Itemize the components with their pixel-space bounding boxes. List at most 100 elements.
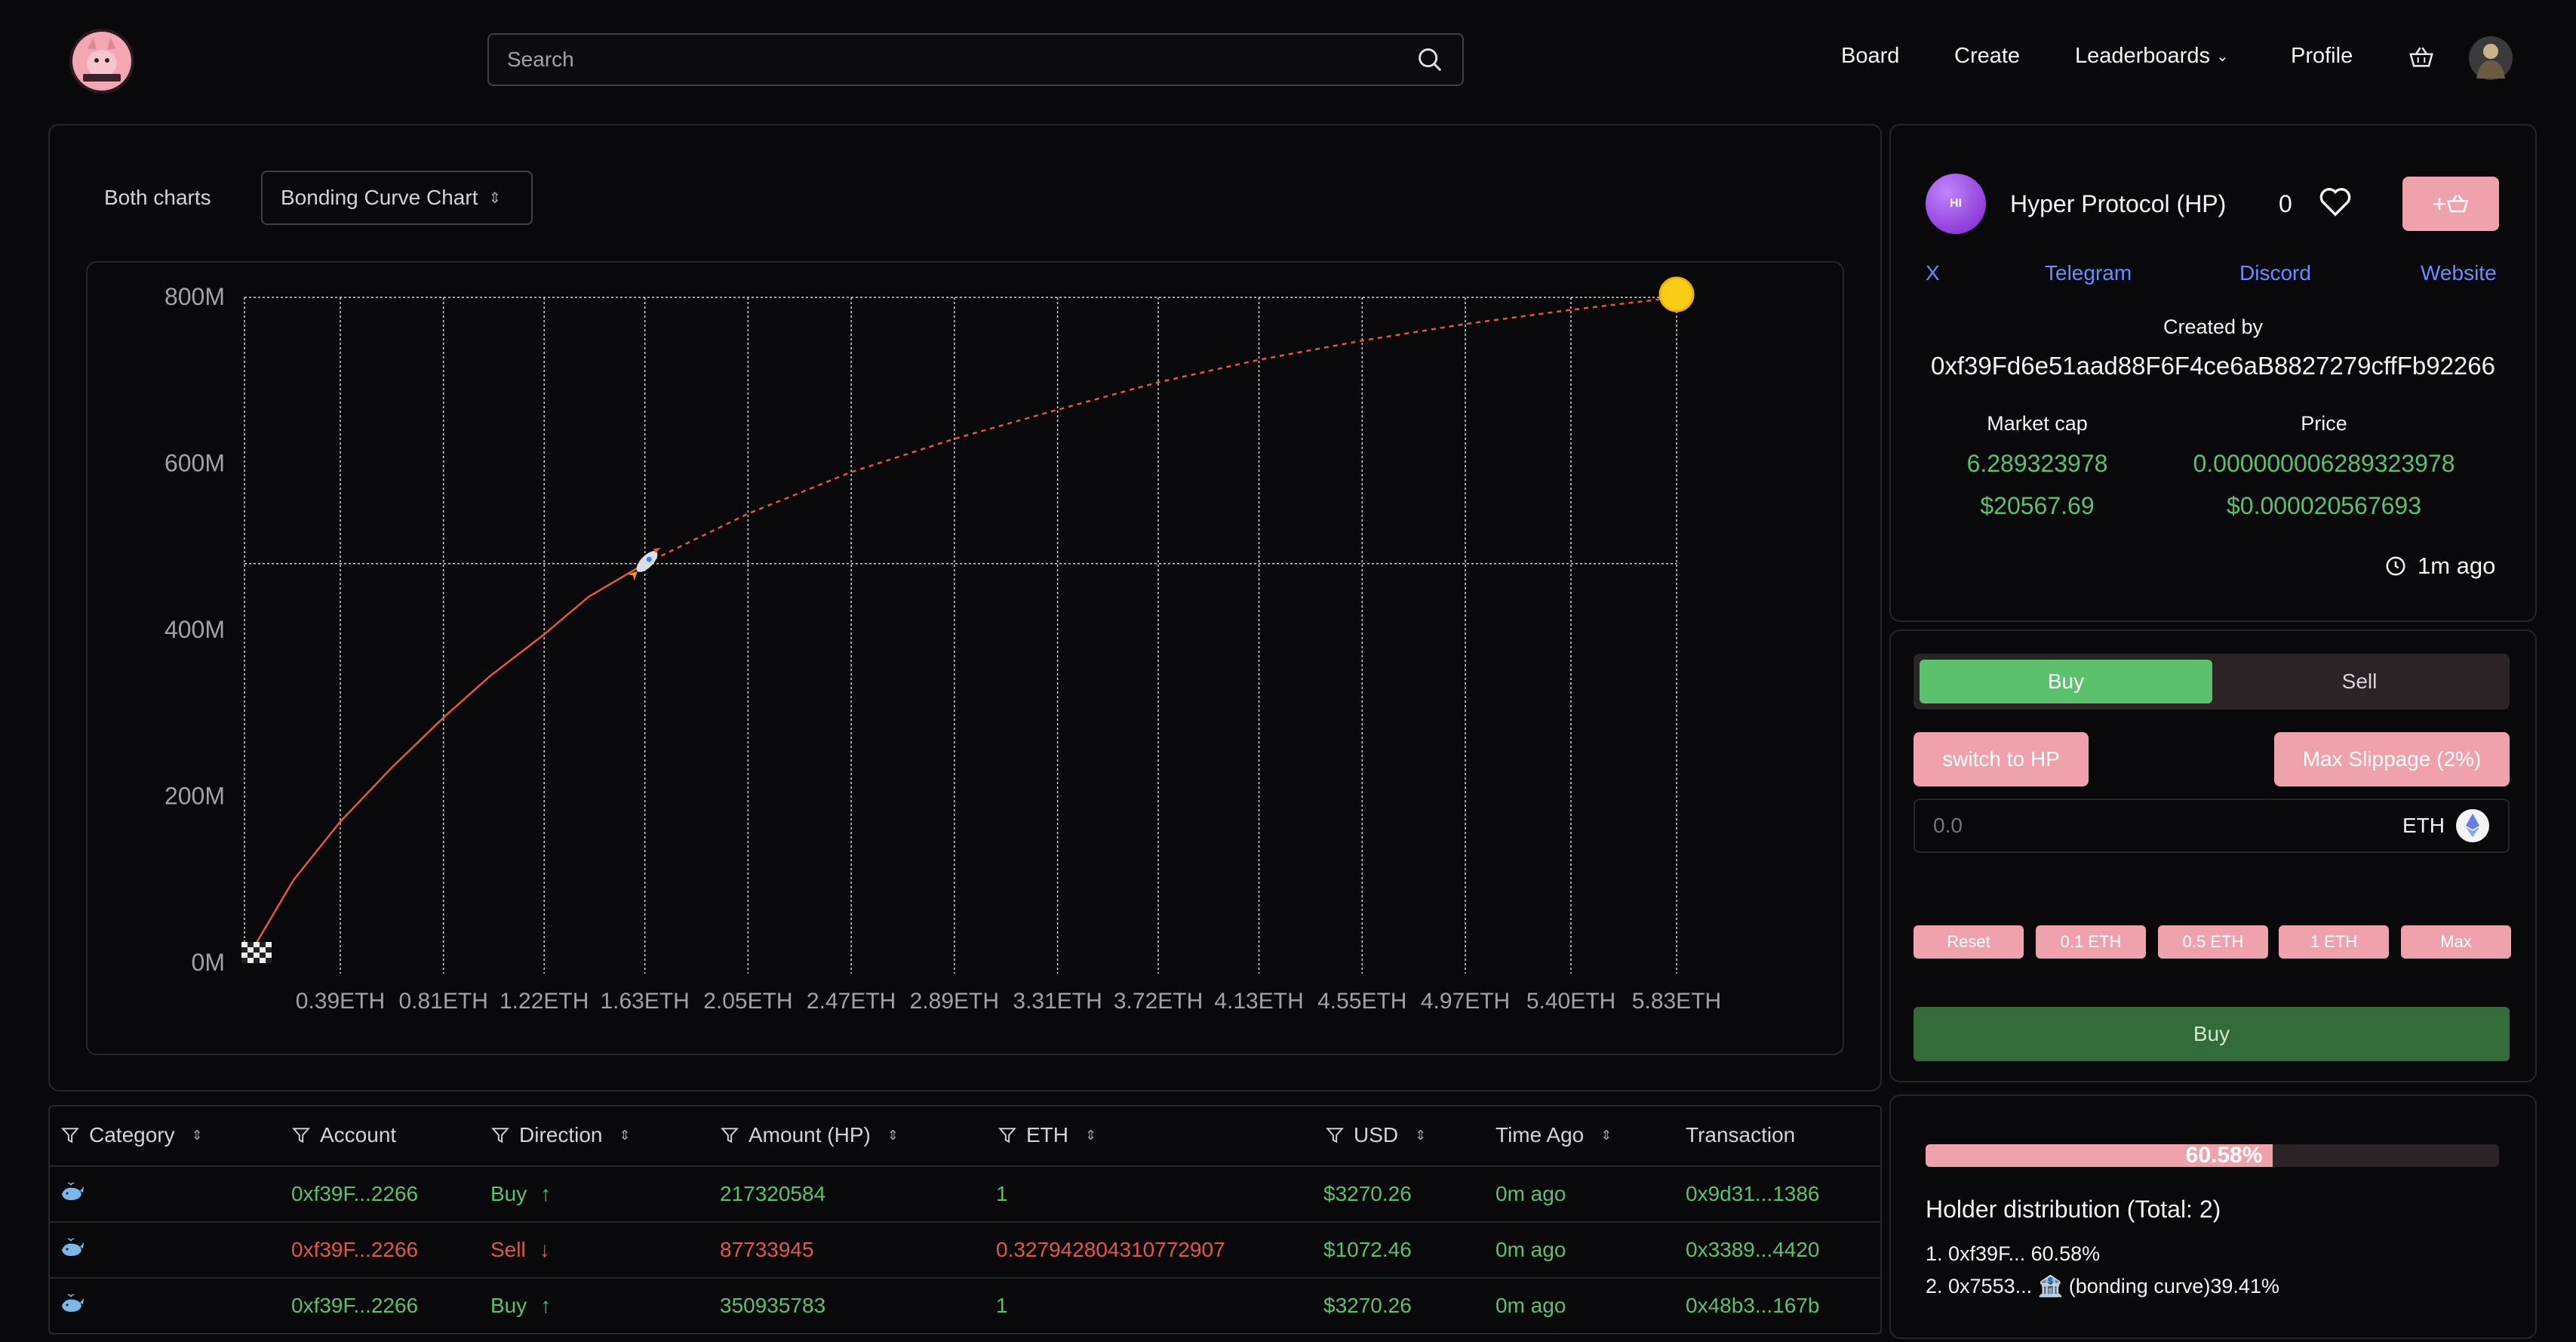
chart-type-value: Bonding Curve Chart — [281, 186, 478, 209]
direction-label: Buy — [490, 1182, 527, 1205]
user-avatar[interactable] — [2469, 36, 2513, 80]
sort-icon[interactable]: ⇕ — [619, 1128, 630, 1143]
link-discord[interactable]: Discord — [2239, 261, 2311, 285]
search-icon[interactable] — [1416, 45, 1444, 74]
account-cell[interactable]: 0xf39F...2266 — [291, 1294, 418, 1318]
chip-0-1-eth[interactable]: 0.1 ETH — [2036, 925, 2146, 959]
eth-cell: 0.327942804310772907 — [996, 1238, 1225, 1261]
transaction-link[interactable]: 0x9d31...1386 — [1686, 1182, 1820, 1206]
switch-currency-button[interactable]: switch to HP — [1914, 732, 2089, 786]
clock-icon — [2386, 556, 2405, 576]
column-header-amount-hp[interactable]: Amount (HP) ⇕ — [720, 1123, 899, 1147]
account-cell[interactable]: 0xf39F...2266 — [291, 1182, 418, 1206]
flag-square — [266, 942, 272, 947]
chip-0-5-eth[interactable]: 0.5 ETH — [2158, 925, 2268, 959]
filter-icon[interactable] — [1325, 1125, 1345, 1145]
filter-icon[interactable] — [998, 1125, 1017, 1145]
column-header-label: ETH — [1026, 1123, 1068, 1147]
nav-leaderboards[interactable]: Leaderboards ⌄ — [2075, 44, 2229, 69]
nav-create[interactable]: Create — [1954, 44, 2020, 69]
filter-icon[interactable] — [720, 1125, 739, 1145]
created-by-label: Created by — [2163, 315, 2264, 338]
time-cell: 0m ago — [1495, 1238, 1566, 1261]
tab-sell[interactable]: Sell — [2215, 660, 2504, 703]
nav-create-label: Create — [1954, 44, 2021, 68]
y-tick-label: 400M — [164, 616, 225, 643]
holder-bar-fill: 60.58% — [1926, 1143, 2273, 1168]
nav-board[interactable]: Board — [1841, 44, 1899, 69]
creator-address[interactable]: 0xf39Fd6e51aad88F6F4ce6aB8827279cffFb922… — [1889, 352, 2537, 380]
column-header-label: Account — [320, 1123, 397, 1147]
tab-buy[interactable]: Buy — [1920, 660, 2212, 703]
token-name: Hyper Protocol (HP) — [2010, 190, 2227, 217]
column-header-account[interactable]: Account — [291, 1123, 396, 1147]
x-tick-label: 3.31ETH — [1013, 989, 1102, 1014]
transaction-link[interactable]: 0x48b3...167b — [1686, 1294, 1820, 1318]
x-tick-label: 2.47ETH — [807, 989, 896, 1014]
holder-bar-label: 60.58% — [2185, 1143, 2263, 1168]
buy-submit-button[interactable]: Buy — [1914, 1007, 2510, 1061]
sort-icon[interactable]: ⇕ — [1085, 1128, 1096, 1143]
column-header-transaction[interactable]: Transaction — [1686, 1123, 1795, 1147]
x-tick-label: 2.89ETH — [910, 989, 999, 1014]
sort-icon[interactable]: ⇕ — [1600, 1128, 1612, 1143]
column-header-eth[interactable]: ETH ⇕ — [998, 1123, 1096, 1147]
filter-icon[interactable] — [490, 1125, 510, 1145]
x-tick-label: 5.83ETH — [1632, 989, 1721, 1014]
filter-icon[interactable] — [291, 1125, 311, 1145]
basket-icon[interactable] — [2408, 45, 2434, 73]
market-cap-eth: 6.289323978 — [1966, 450, 2108, 477]
search-bar[interactable] — [487, 33, 1464, 86]
site-logo[interactable] — [69, 29, 134, 94]
heart-icon[interactable] — [2318, 186, 2353, 221]
usd-cell: $3270.26 — [1323, 1182, 1412, 1205]
search-input[interactable] — [507, 48, 1416, 72]
column-header-usd[interactable]: USD ⇕ — [1325, 1123, 1426, 1147]
link-telegram[interactable]: Telegram — [2045, 261, 2132, 285]
both-charts-toggle[interactable]: Both charts — [104, 186, 211, 210]
market-cap-label: Market cap — [1987, 412, 2088, 435]
chevron-down-icon: ⌄ — [2215, 48, 2229, 65]
account-cell[interactable]: 0xf39F...2266 — [291, 1238, 418, 1262]
link-website[interactable]: Website — [2421, 261, 2497, 285]
flag-square — [254, 958, 260, 963]
price-usd: $0.000020567693 — [2226, 492, 2422, 519]
flag-square — [247, 947, 254, 953]
flag-square — [241, 958, 247, 963]
column-header-category[interactable]: Category ⇕ — [60, 1123, 203, 1147]
nav-profile[interactable]: Profile — [2291, 44, 2353, 69]
amount-cell: 217320584 — [720, 1182, 826, 1205]
sort-icon[interactable]: ⇕ — [1415, 1128, 1426, 1143]
sort-icon[interactable]: ⇕ — [192, 1128, 203, 1143]
x-tick-label: 1.22ETH — [500, 989, 589, 1014]
direction-cell: Buy ↑ — [490, 1182, 551, 1206]
x-tick-label: 4.55ETH — [1317, 989, 1406, 1014]
curve-series-line — [243, 562, 646, 964]
x-tick-label: 4.97ETH — [1421, 989, 1510, 1014]
arrow-up-icon: ↑ — [540, 1294, 552, 1317]
transaction-link[interactable]: 0x3389...4420 — [1686, 1238, 1820, 1262]
filter-icon[interactable] — [60, 1125, 80, 1145]
x-tick-label: 5.40ETH — [1526, 989, 1615, 1014]
flag-square — [247, 942, 254, 947]
column-header-direction[interactable]: Direction ⇕ — [490, 1123, 631, 1147]
chip-max[interactable]: Max — [2401, 925, 2511, 959]
reset-chip[interactable]: Reset — [1914, 925, 2024, 959]
column-header-time-ago[interactable]: Time Ago ⇕ — [1495, 1123, 1612, 1147]
direction-cell: Buy ↑ — [490, 1294, 551, 1318]
amount-field[interactable]: ETH — [1914, 799, 2510, 853]
max-slippage-button[interactable]: Max Slippage (2%) — [2274, 732, 2510, 786]
chart-type-select[interactable]: Bonding Curve Chart ⇕ — [261, 171, 533, 225]
usd-cell: $3270.26 — [1323, 1294, 1412, 1317]
chip-1-eth[interactable]: 1 ETH — [2279, 925, 2389, 959]
whale-icon — [60, 1294, 85, 1320]
link-x[interactable]: X — [1926, 261, 1940, 285]
sort-icon[interactable]: ⇕ — [887, 1128, 899, 1143]
flag-square — [254, 942, 260, 947]
x-tick-label: 4.13ETH — [1214, 989, 1303, 1014]
add-to-basket-button[interactable]: + — [2402, 177, 2499, 231]
amount-input[interactable] — [1933, 814, 2402, 838]
direction-label: Sell — [490, 1238, 526, 1261]
x-tick-label: 1.63ETH — [600, 989, 689, 1014]
flag-square — [266, 958, 272, 963]
